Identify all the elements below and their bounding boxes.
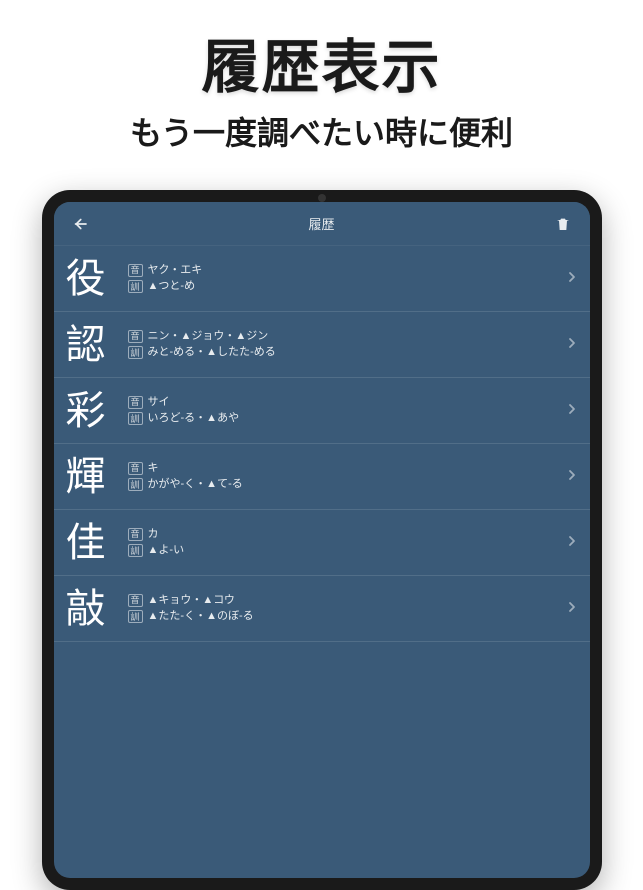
readings-block: 音サイ訓いろど-る・▲あや <box>124 396 560 425</box>
kun-reading-tag: 訓 <box>128 280 143 293</box>
promo-banner: 履歴表示 もう一度調べたい時に便利 <box>0 0 643 154</box>
on-reading-text: カ <box>148 528 159 541</box>
on-reading-line: 音ヤク・エキ <box>128 264 560 277</box>
kun-reading-line: 訓みと-める・▲したた-める <box>128 346 560 359</box>
on-reading-line: 音ニン・▲ジョウ・▲ジン <box>128 330 560 343</box>
kun-reading-tag: 訓 <box>128 346 143 359</box>
history-row[interactable]: 役音ヤク・エキ訓 ▲つと-め <box>54 246 590 312</box>
kun-reading-line: 訓 ▲つと-め <box>128 280 560 293</box>
kun-reading-tag: 訓 <box>128 544 143 557</box>
on-reading-tag: 音 <box>128 264 143 277</box>
kun-reading-tag: 訓 <box>128 478 143 491</box>
readings-block: 音カ訓▲よ-い <box>124 528 560 557</box>
kanji-character: 彩 <box>66 391 124 431</box>
promo-subtitle: もう一度調べたい時に便利 <box>0 108 643 154</box>
readings-block: 音 ▲キョウ・▲コウ訓 ▲たた-く・▲のぼ-る <box>124 594 560 623</box>
history-list: 役音ヤク・エキ訓▲つと-め認音ニン・▲ジョウ・▲ジン訓みと-める・▲したた-める… <box>54 246 590 642</box>
chevron-right-icon <box>568 534 576 552</box>
kun-reading-line: 訓いろど-る・▲あや <box>128 412 560 425</box>
readings-block: 音ヤク・エキ訓 ▲つと-め <box>124 264 560 293</box>
on-reading-text: ▲キョウ・▲コウ <box>148 594 235 607</box>
back-icon[interactable] <box>68 212 92 236</box>
kun-reading-text: ▲つと-め <box>148 280 196 293</box>
chevron-right-icon <box>568 270 576 288</box>
kun-reading-line: 訓かがや-く・▲て-る <box>128 478 560 491</box>
kanji-character: 役 <box>66 259 124 299</box>
app-screen: 履歴 役音ヤク・エキ訓▲つと-め認音ニン・▲ジョウ・▲ジン訓みと-める・▲したた… <box>54 202 590 878</box>
on-reading-text: サイ <box>148 396 170 409</box>
kanji-character: 敲 <box>66 589 124 629</box>
readings-block: 音キ訓かがや-く・▲て-る <box>124 462 560 491</box>
page-title: 履歴 <box>308 214 334 233</box>
kun-reading-text: みと-める・▲したた-める <box>148 346 276 359</box>
on-reading-line: 音 ▲キョウ・▲コウ <box>128 594 560 607</box>
chevron-right-icon <box>568 336 576 354</box>
kanji-character: 輝 <box>66 457 124 497</box>
on-reading-tag: 音 <box>128 330 143 343</box>
kanji-character: 認 <box>66 325 124 365</box>
app-header: 履歴 <box>54 202 590 246</box>
on-reading-text: ヤク・エキ <box>148 264 203 277</box>
on-reading-tag: 音 <box>128 594 143 607</box>
chevron-right-icon <box>568 468 576 486</box>
kanji-character: 佳 <box>66 523 124 563</box>
history-row[interactable]: 彩音サイ訓いろど-る・▲あや <box>54 378 590 444</box>
kun-reading-line: 訓 ▲たた-く・▲のぼ-る <box>128 610 560 623</box>
on-reading-text: キ <box>148 462 159 475</box>
kun-reading-text: ▲よ-い <box>148 544 185 557</box>
history-row[interactable]: 認音ニン・▲ジョウ・▲ジン訓みと-める・▲したた-める <box>54 312 590 378</box>
promo-title: 履歴表示 <box>0 20 643 104</box>
kun-reading-tag: 訓 <box>128 412 143 425</box>
history-row[interactable]: 敲音 ▲キョウ・▲コウ訓 ▲たた-く・▲のぼ-る <box>54 576 590 642</box>
chevron-right-icon <box>568 600 576 618</box>
chevron-right-icon <box>568 402 576 420</box>
on-reading-text: ニン・▲ジョウ・▲ジン <box>148 330 269 343</box>
kun-reading-tag: 訓 <box>128 610 143 623</box>
kun-reading-line: 訓 ▲よ-い <box>128 544 560 557</box>
kun-reading-text: いろど-る・▲あや <box>148 412 240 425</box>
readings-block: 音ニン・▲ジョウ・▲ジン訓みと-める・▲したた-める <box>124 330 560 359</box>
on-reading-line: 音キ <box>128 462 560 475</box>
on-reading-tag: 音 <box>128 396 143 409</box>
kun-reading-text: かがや-く・▲て-る <box>148 478 243 491</box>
camera-dot <box>318 194 326 202</box>
kun-reading-text: ▲たた-く・▲のぼ-る <box>148 610 254 623</box>
history-row[interactable]: 佳音カ訓▲よ-い <box>54 510 590 576</box>
on-reading-line: 音サイ <box>128 396 560 409</box>
on-reading-tag: 音 <box>128 462 143 475</box>
history-row[interactable]: 輝音キ訓かがや-く・▲て-る <box>54 444 590 510</box>
trash-icon[interactable] <box>551 212 575 236</box>
on-reading-tag: 音 <box>128 528 143 541</box>
on-reading-line: 音カ <box>128 528 560 541</box>
tablet-frame: 履歴 役音ヤク・エキ訓▲つと-め認音ニン・▲ジョウ・▲ジン訓みと-める・▲したた… <box>42 190 602 890</box>
